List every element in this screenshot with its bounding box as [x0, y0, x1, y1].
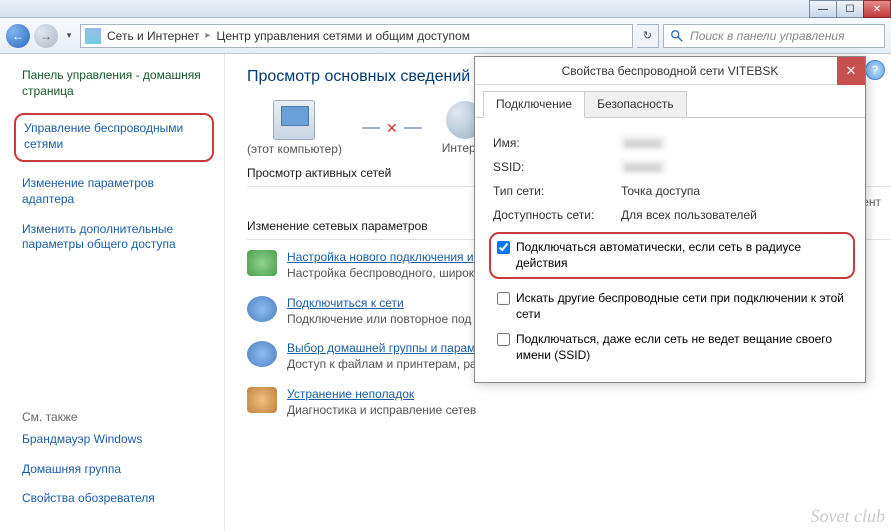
tab-security[interactable]: Безопасность: [584, 91, 687, 117]
dialog-tabs: Подключение Безопасность: [475, 85, 865, 118]
option-troubleshoot[interactable]: Устранение неполадок Диагностика и испра…: [247, 387, 891, 419]
breadcrumb-seg2[interactable]: Центр управления сетями и общим доступом: [216, 29, 470, 43]
ssid-label: SSID:: [493, 160, 621, 174]
connect-hidden-label: Подключаться, даже если сеть не ведет ве…: [516, 332, 851, 363]
sidebar-firewall-link[interactable]: Брандмауэр Windows: [22, 432, 208, 448]
availability-value: Для всех пользователей: [621, 208, 757, 222]
this-computer-node: (этот компьютер): [247, 100, 342, 156]
see-also-label: См. также: [22, 410, 208, 424]
forward-button[interactable]: →: [34, 24, 58, 48]
window-titlebar: — ☐ ✕: [0, 0, 891, 18]
sidebar-adapter-settings-link[interactable]: Изменение параметров адаптера: [22, 176, 208, 207]
search-other-label: Искать другие беспроводные сети при подк…: [516, 291, 851, 322]
wireless-properties-dialog: Свойства беспроводной сети VITEBSK ✕ Под…: [474, 56, 866, 383]
name-value: xxxxxx: [621, 136, 665, 150]
refresh-button[interactable]: ↻: [637, 24, 659, 48]
control-panel-home-link[interactable]: Панель управления - домашняя страница: [22, 68, 208, 99]
sidebar-homegroup-link[interactable]: Домашняя группа: [22, 462, 208, 478]
breadcrumb-seg1[interactable]: Сеть и Интернет: [107, 29, 199, 43]
search-other-checkbox[interactable]: Искать другие беспроводные сети при подк…: [493, 289, 855, 324]
history-dropdown[interactable]: ▾: [62, 29, 76, 43]
ssid-value: xxxxxx: [621, 160, 665, 174]
search-input[interactable]: Поиск в панели управления: [663, 24, 885, 48]
sidebar: Панель управления - домашняя страница Уп…: [0, 54, 225, 531]
auto-connect-label: Подключаться автоматически, если сеть в …: [516, 240, 847, 271]
dialog-title-text: Свойства беспроводной сети VITEBSK: [562, 64, 779, 78]
dialog-body: Имя: xxxxxx SSID: xxxxxx Тип сети: Точка…: [475, 118, 865, 382]
field-ssid: SSID: xxxxxx: [493, 160, 855, 174]
dialog-close-button[interactable]: ✕: [837, 57, 865, 85]
connect-hidden-input[interactable]: [497, 333, 510, 346]
new-connection-icon: [247, 250, 277, 276]
field-availability: Доступность сети: Для всех пользователей: [493, 208, 855, 222]
availability-label: Доступность сети:: [493, 208, 621, 222]
nettype-value: Точка доступа: [621, 184, 700, 198]
search-icon: [670, 29, 684, 43]
connection-broken: ✕: [362, 120, 422, 137]
option-desc: Диагностика и исправление сетев: [287, 403, 476, 419]
close-button[interactable]: ✕: [863, 0, 891, 18]
search-other-input[interactable]: [497, 292, 510, 305]
control-panel-icon: [85, 28, 101, 44]
checkboxes: Подключаться автоматически, если сеть в …: [493, 232, 855, 366]
option-title[interactable]: Устранение неполадок: [287, 387, 476, 401]
breadcrumb[interactable]: Сеть и Интернет ▸ Центр управления сетям…: [80, 24, 633, 48]
auto-connect-checkbox[interactable]: Подключаться автоматически, если сеть в …: [489, 232, 855, 279]
homegroup-icon: [247, 341, 277, 367]
sidebar-internet-options-link[interactable]: Свойства обозревателя: [22, 491, 208, 507]
maximize-button[interactable]: ☐: [836, 0, 864, 18]
sidebar-advanced-sharing-link[interactable]: Изменить дополнительные параметры общего…: [22, 222, 208, 253]
connect-hidden-checkbox[interactable]: Подключаться, даже если сеть не ведет ве…: [493, 330, 855, 365]
breadcrumb-sep: ▸: [205, 30, 210, 41]
troubleshoot-icon: [247, 387, 277, 413]
back-button[interactable]: ←: [6, 24, 30, 48]
tab-connection[interactable]: Подключение: [483, 91, 585, 118]
search-placeholder: Поиск в панели управления: [690, 29, 845, 43]
name-label: Имя:: [493, 136, 621, 150]
field-nettype: Тип сети: Точка доступа: [493, 184, 855, 198]
window-buttons: — ☐ ✕: [810, 0, 891, 18]
address-bar: ← → ▾ Сеть и Интернет ▸ Центр управления…: [0, 18, 891, 54]
computer-icon: [273, 100, 315, 140]
auto-connect-input[interactable]: [497, 241, 510, 254]
this-computer-label: (этот компьютер): [247, 142, 342, 156]
field-name: Имя: xxxxxx: [493, 136, 855, 150]
nettype-label: Тип сети:: [493, 184, 621, 198]
minimize-button[interactable]: —: [809, 0, 837, 18]
cross-icon: ✕: [386, 120, 398, 137]
connect-network-icon: [247, 296, 277, 322]
help-icon[interactable]: ?: [865, 60, 885, 80]
dialog-title: Свойства беспроводной сети VITEBSK ✕: [475, 57, 865, 85]
sidebar-wireless-manage-link[interactable]: Управление беспроводными сетями: [14, 113, 214, 162]
